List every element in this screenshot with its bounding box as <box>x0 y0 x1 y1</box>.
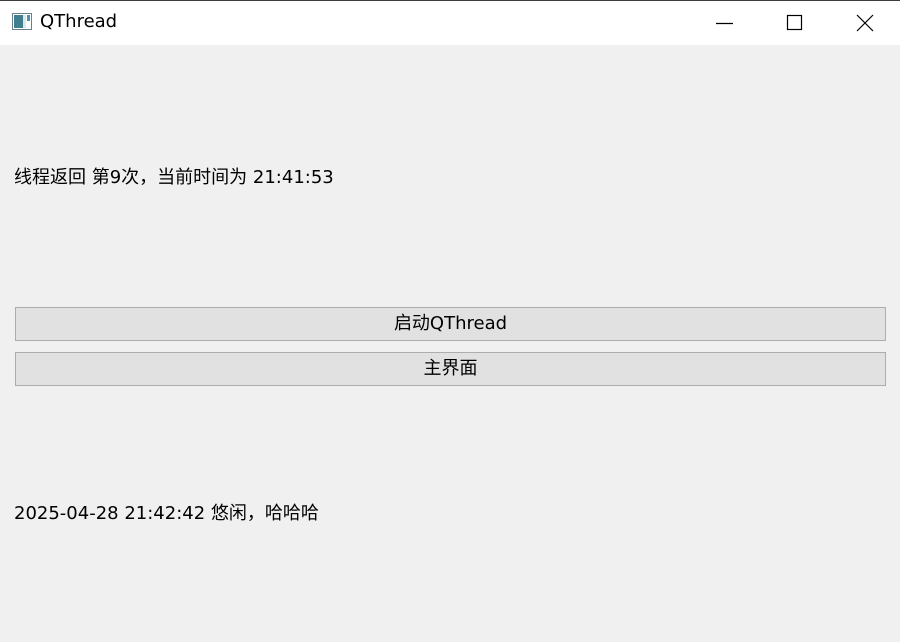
main-ui-button[interactable]: 主界面 <box>15 352 886 386</box>
maximize-icon <box>786 14 803 31</box>
main-status-label: 2025-04-28 21:42:42 悠闲，哈哈哈 <box>14 503 319 524</box>
app-window: QThread 线程返回 第9次，当前时间为 21:41:53 启动QThrea… <box>0 0 900 642</box>
close-icon <box>856 14 874 32</box>
minimize-button[interactable] <box>690 1 760 45</box>
title-bar[interactable]: QThread <box>0 1 900 45</box>
thread-result-label: 线程返回 第9次，当前时间为 21:41:53 <box>14 167 334 188</box>
close-button[interactable] <box>830 1 900 45</box>
start-qthread-button[interactable]: 启动QThread <box>15 307 886 341</box>
app-icon <box>12 13 32 30</box>
minimize-icon <box>716 22 733 25</box>
window-title: QThread <box>40 11 118 32</box>
maximize-button[interactable] <box>760 1 830 45</box>
